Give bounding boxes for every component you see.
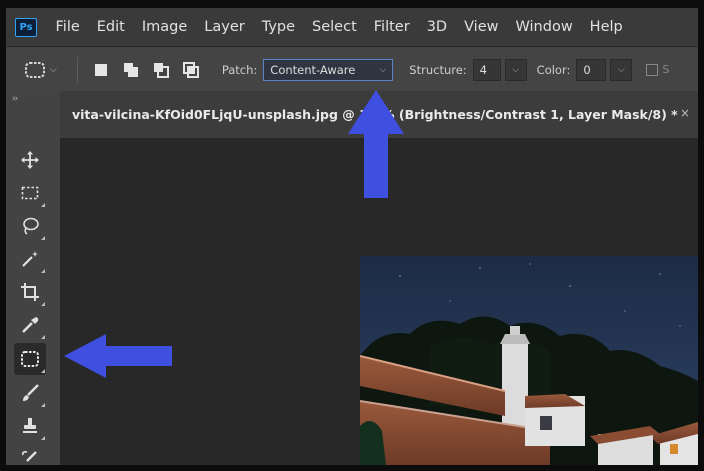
options-bar: ⌵ Patch: Content-Aware ⌵ Structure: 4 ⌵ …	[6, 46, 698, 92]
photoshop-logo-icon[interactable]: Ps	[15, 17, 37, 37]
chevron-down-icon: ⌵	[379, 64, 387, 75]
marquee-tool[interactable]	[14, 177, 46, 209]
patch-mode-dropdown[interactable]: Content-Aware ⌵	[263, 58, 394, 81]
subtract-selection-mode-icon[interactable]	[149, 58, 173, 82]
menu-window[interactable]: Window	[516, 19, 573, 35]
structure-value: 4	[479, 62, 487, 77]
menu-type[interactable]: Type	[262, 19, 295, 35]
crop-icon	[21, 283, 39, 301]
tools-panel: ››	[6, 91, 60, 465]
stamp-icon	[23, 418, 37, 433]
photoshop-window: Ps File Edit Image Layer Type Select Fil…	[6, 8, 698, 465]
menu-select[interactable]: Select	[312, 19, 357, 35]
menu-image[interactable]: Image	[142, 19, 187, 35]
brush-icon	[23, 384, 39, 401]
menu-file[interactable]: File	[56, 19, 80, 35]
history-brush-icon	[22, 451, 37, 462]
patch-label: Patch:	[221, 62, 258, 77]
move-tool[interactable]	[14, 144, 46, 176]
history-brush-tool[interactable]	[14, 443, 46, 465]
color-label: Color:	[536, 62, 571, 77]
lasso-tool[interactable]	[14, 210, 46, 242]
document-image[interactable]	[360, 256, 698, 465]
magic-wand-tool[interactable]	[14, 243, 46, 275]
structure-field[interactable]: 4	[472, 58, 501, 81]
menu-layer[interactable]: Layer	[204, 19, 244, 35]
patch-mode-value: Content-Aware	[270, 62, 356, 77]
marquee-icon	[21, 186, 39, 200]
close-icon[interactable]: ×	[680, 106, 690, 120]
tool-preset-caret-icon[interactable]: ⌵	[50, 65, 57, 75]
eyedropper-tool[interactable]	[14, 309, 46, 341]
menu-bar: Ps File Edit Image Layer Type Select Fil…	[6, 8, 698, 46]
annotation-arrow-up	[348, 90, 404, 198]
lasso-icon	[23, 217, 39, 235]
new-selection-mode-icon[interactable]	[89, 58, 113, 82]
move-icon	[21, 151, 39, 169]
options-separator	[76, 56, 78, 83]
sample-all-layers-checkbox[interactable]	[646, 63, 659, 76]
menu-edit[interactable]: Edit	[97, 19, 125, 35]
add-selection-mode-icon[interactable]	[119, 58, 143, 82]
sample-all-layers-label: S	[662, 63, 670, 76]
structure-label: Structure:	[409, 62, 467, 77]
menu-help[interactable]: Help	[590, 19, 623, 35]
eyedropper-icon	[22, 317, 39, 333]
brush-tool[interactable]	[14, 377, 46, 409]
color-field[interactable]: 0	[576, 58, 607, 81]
structure-dropdown-button[interactable]: ⌵	[504, 58, 527, 81]
photo-canvas	[360, 256, 698, 465]
crop-tool[interactable]	[14, 276, 46, 308]
color-value: 0	[583, 62, 591, 77]
patch-tool-preset-icon[interactable]	[24, 58, 48, 82]
magic-wand-icon	[22, 251, 38, 267]
patch-tool[interactable]	[14, 343, 46, 375]
stamp-tool[interactable]	[14, 410, 46, 442]
menu-3d[interactable]: 3D	[427, 19, 447, 35]
patch-icon	[21, 351, 39, 367]
menu-filter[interactable]: Filter	[374, 19, 410, 35]
collapse-panel-icon[interactable]: ››	[12, 94, 18, 104]
annotation-arrow-left	[64, 334, 172, 378]
color-dropdown-button[interactable]: ⌵	[610, 58, 633, 81]
intersect-selection-mode-icon[interactable]	[179, 58, 203, 82]
menu-view[interactable]: View	[464, 19, 498, 35]
